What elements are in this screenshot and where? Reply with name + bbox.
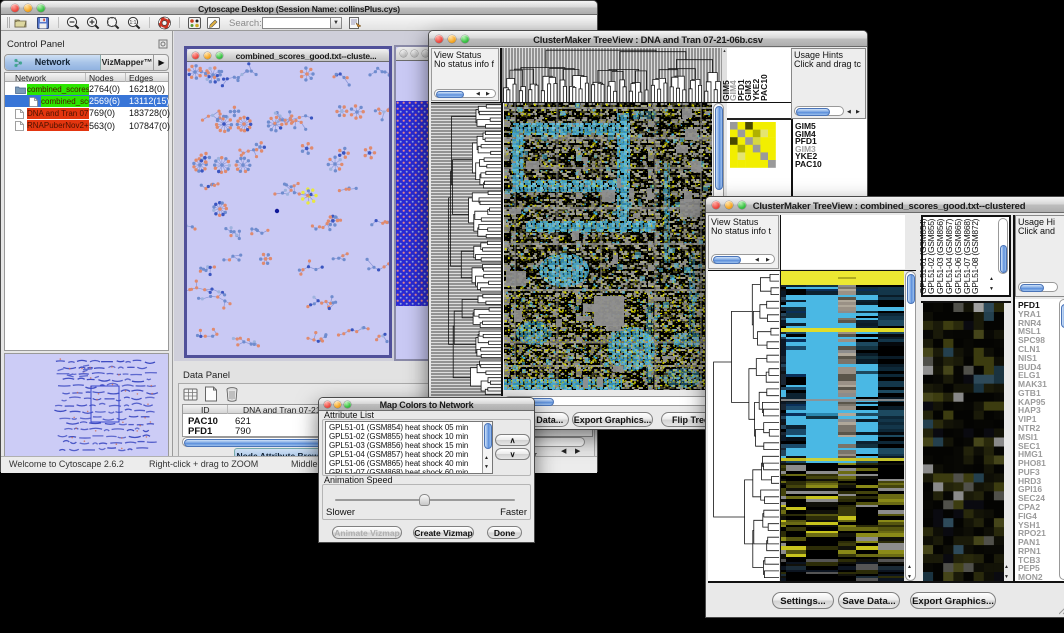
svg-text:1:1: 1:1 (130, 20, 137, 26)
